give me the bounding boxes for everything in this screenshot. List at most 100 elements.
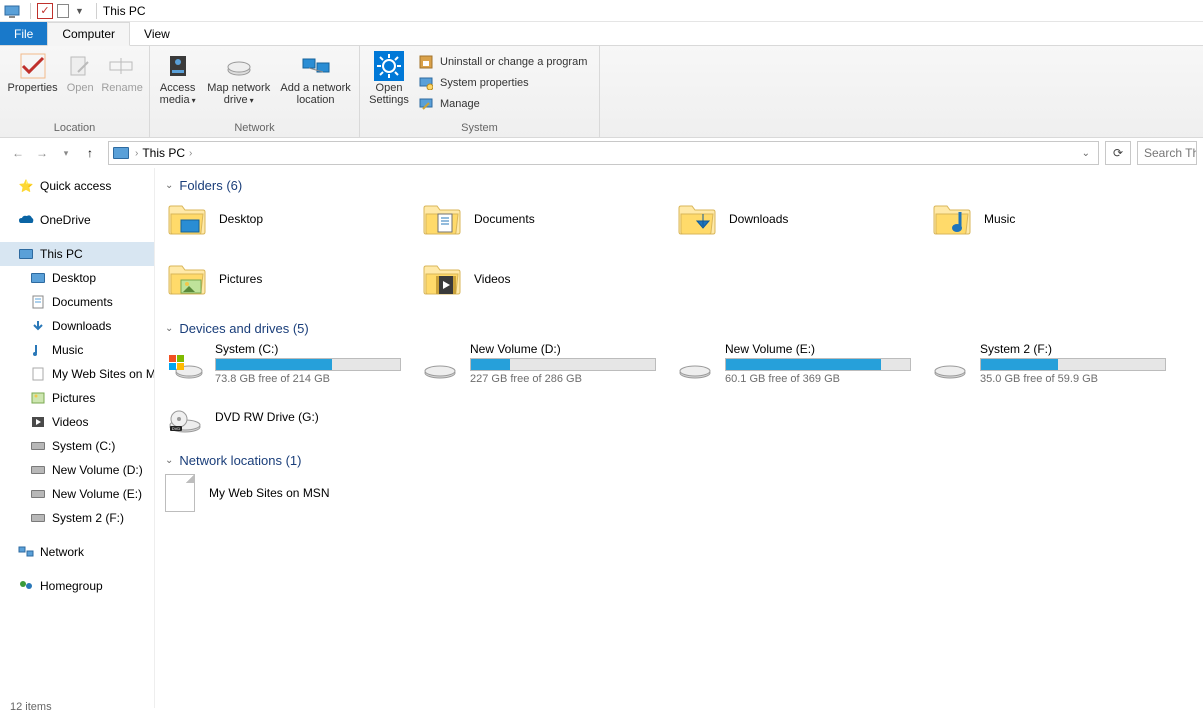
- file-icon: [30, 366, 46, 382]
- map-drive-icon: [223, 52, 255, 80]
- media-server-icon: [162, 52, 194, 80]
- sidebar-item-my-web-sites-on-m[interactable]: My Web Sites on M: [0, 362, 154, 386]
- folder-videos[interactable]: Videos: [420, 259, 675, 299]
- sidebar-item-new-volume-d-[interactable]: New Volume (D:): [0, 458, 154, 482]
- folder-documents[interactable]: Documents: [420, 199, 675, 239]
- tab-computer[interactable]: Computer: [47, 22, 130, 46]
- folder-label: Downloads: [729, 212, 788, 226]
- hd-icon: [30, 510, 46, 526]
- network-location-item[interactable]: My Web Sites on MSN: [165, 474, 1193, 512]
- system-properties-button[interactable]: System properties: [414, 73, 591, 93]
- chevron-down-icon: ⌄: [165, 180, 173, 191]
- sidebar-item-system-2-f-[interactable]: System 2 (F:): [0, 506, 154, 530]
- capacity-bar: [980, 358, 1166, 371]
- hd-icon: [30, 486, 46, 502]
- status-bar: 12 items: [0, 698, 52, 716]
- sidebar-item-downloads[interactable]: Downloads: [0, 314, 154, 338]
- drive-item[interactable]: New Volume (D:)227 GB free of 286 GB: [420, 342, 675, 385]
- system-icon: [4, 3, 20, 19]
- capacity-bar: [725, 358, 911, 371]
- sidebar-item-desktop[interactable]: Desktop: [0, 266, 154, 290]
- properties-button[interactable]: Properties: [4, 50, 61, 108]
- sidebar-item-homegroup[interactable]: Homegroup: [0, 574, 154, 598]
- folder-icon: [165, 199, 209, 239]
- up-button[interactable]: ↑: [78, 141, 102, 165]
- forward-button[interactable]: →: [30, 141, 54, 165]
- desktop-icon: [30, 270, 46, 286]
- uninstall-program-button[interactable]: Uninstall or change a program: [414, 52, 591, 72]
- sidebar-item-new-volume-e-[interactable]: New Volume (E:): [0, 482, 154, 506]
- folder-desktop[interactable]: Desktop: [165, 199, 420, 239]
- add-network-location-button[interactable]: Add a network location: [276, 50, 355, 108]
- drive-free-space: 73.8 GB free of 214 GB: [215, 373, 420, 385]
- address-dropdown-icon[interactable]: ⌄: [1074, 148, 1098, 159]
- drive-item[interactable]: DVD DVD RW Drive (G:): [165, 403, 1193, 433]
- content-pane: ⌄Folders (6) DesktopDocuments Downloads Mu…: [155, 168, 1203, 708]
- folder-pictures[interactable]: Pictures: [165, 259, 420, 299]
- section-network-locations[interactable]: ⌄Network locations (1): [165, 453, 1193, 468]
- address-bar[interactable]: › This PC › ⌄: [108, 141, 1099, 165]
- sidebar-item-documents[interactable]: Documents: [0, 290, 154, 314]
- access-media-button[interactable]: Access media▾: [154, 50, 201, 108]
- tab-file[interactable]: File: [0, 22, 47, 45]
- navigation-pane: ⭐Quick access OneDrive This PC DesktopDo…: [0, 168, 155, 708]
- recent-locations-button[interactable]: ▾: [54, 141, 78, 165]
- qat-newfolder-icon[interactable]: [57, 4, 69, 18]
- drive-label: System (C:): [215, 342, 420, 356]
- hard-drive-icon: [930, 349, 970, 379]
- drive-item[interactable]: System (C:) 73.8 GB free of 214 GB: [165, 342, 420, 385]
- uninstall-icon: [418, 54, 434, 70]
- homegroup-icon: [18, 578, 34, 594]
- folder-downloads[interactable]: Downloads: [675, 199, 930, 239]
- rename-icon: [106, 52, 138, 80]
- group-label-network: Network: [150, 122, 359, 137]
- back-button[interactable]: ←: [6, 141, 30, 165]
- folder-label: Music: [984, 212, 1015, 226]
- hd-icon: [30, 438, 46, 454]
- sidebar-item-system-c-[interactable]: System (C:): [0, 434, 154, 458]
- open-button: Open: [61, 50, 99, 108]
- section-folders[interactable]: ⌄Folders (6): [165, 178, 1193, 193]
- sidebar-item-music[interactable]: Music: [0, 338, 154, 362]
- chevron-down-icon: ⌄: [165, 455, 173, 466]
- drive-item[interactable]: New Volume (E:)60.1 GB free of 369 GB: [675, 342, 930, 385]
- drive-free-space: 35.0 GB free of 59.9 GB: [980, 373, 1185, 385]
- this-pc-icon: [113, 147, 129, 159]
- hard-drive-icon: [165, 349, 205, 379]
- tab-view[interactable]: View: [130, 22, 184, 45]
- refresh-button[interactable]: ⟳: [1105, 141, 1131, 165]
- pic-icon: [30, 390, 46, 406]
- sidebar-item-this-pc[interactable]: This PC: [0, 242, 154, 266]
- qat-properties-icon[interactable]: ✓: [37, 3, 53, 19]
- capacity-bar: [470, 358, 656, 371]
- sidebar-item-network[interactable]: Network: [0, 540, 154, 564]
- doc-icon: [30, 294, 46, 310]
- sidebar-item-quick-access[interactable]: ⭐Quick access: [0, 174, 154, 198]
- folder-icon: [675, 199, 719, 239]
- map-drive-button[interactable]: Map network drive▾: [201, 50, 276, 108]
- group-label-location: Location: [0, 122, 149, 137]
- open-settings-button[interactable]: Open Settings: [364, 50, 414, 108]
- search-input[interactable]: Search Th: [1137, 141, 1197, 165]
- hard-drive-icon: [675, 349, 715, 379]
- manage-button[interactable]: Manage: [414, 94, 591, 114]
- drive-label: New Volume (D:): [470, 342, 675, 356]
- sidebar-item-videos[interactable]: Videos: [0, 410, 154, 434]
- open-icon: [64, 52, 96, 80]
- qat-dropdown-icon[interactable]: ▼: [75, 6, 84, 16]
- sidebar-item-pictures[interactable]: Pictures: [0, 386, 154, 410]
- folder-icon: [420, 259, 464, 299]
- breadcrumb[interactable]: › This PC ›: [135, 146, 196, 160]
- group-label-system: System: [360, 122, 599, 137]
- drive-item[interactable]: System 2 (F:)35.0 GB free of 59.9 GB: [930, 342, 1185, 385]
- folder-icon: [165, 259, 209, 299]
- folder-music[interactable]: Music: [930, 199, 1185, 239]
- network-icon: [18, 544, 34, 560]
- section-drives[interactable]: ⌄Devices and drives (5): [165, 321, 1193, 336]
- dvd-drive-icon: DVD: [165, 403, 205, 433]
- chevron-down-icon: ⌄: [165, 323, 173, 334]
- folder-label: Videos: [474, 272, 510, 286]
- sidebar-item-onedrive[interactable]: OneDrive: [0, 208, 154, 232]
- file-icon: [165, 474, 195, 512]
- window-title: This PC: [103, 4, 146, 18]
